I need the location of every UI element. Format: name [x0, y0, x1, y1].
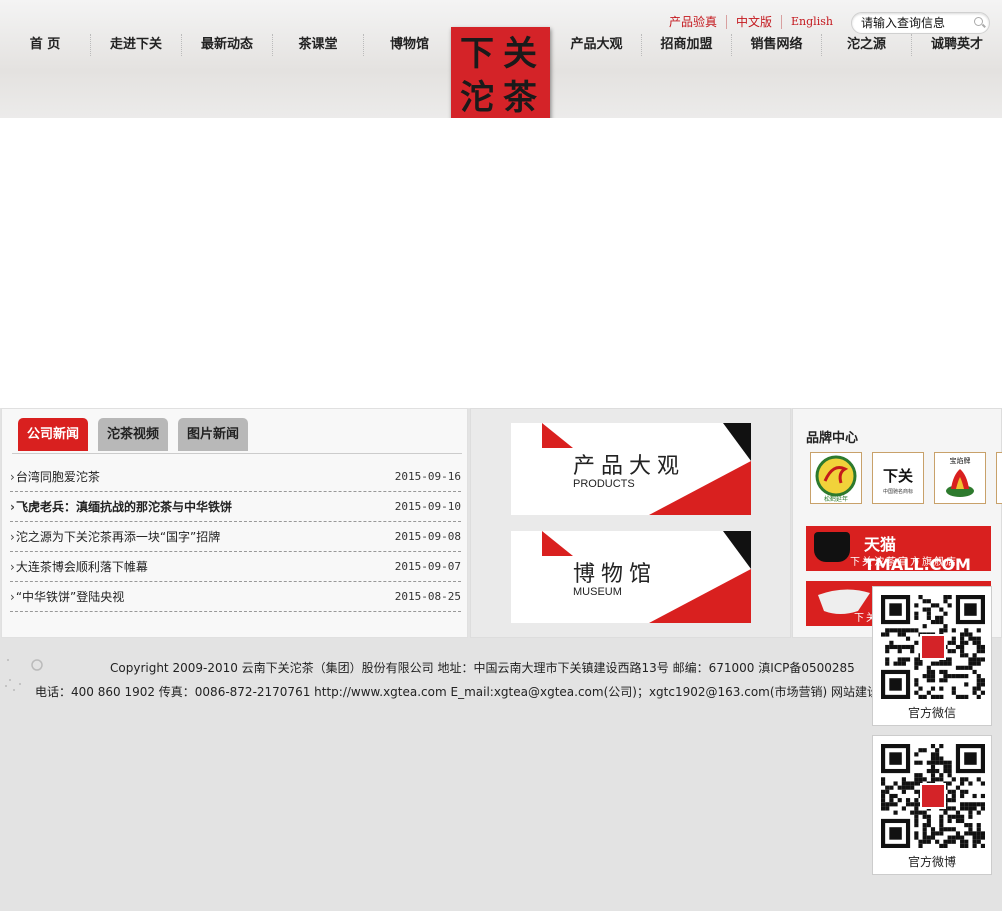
list-item[interactable]: ›飞虎老兵：滇缅抗战的那沱茶与中华铁饼 2015-09-10: [10, 492, 461, 522]
nav-about[interactable]: 走进下关: [91, 34, 182, 56]
news-title[interactable]: 沱之源为下关沱茶再添一块“国字”招牌: [16, 530, 220, 544]
chinese-version-link[interactable]: 中文版: [727, 15, 783, 29]
nav-tuo-origin[interactable]: 沱之源: [822, 34, 912, 56]
tab-tea-video[interactable]: 沱茶视频: [98, 418, 169, 451]
news-title[interactable]: 飞虎老兵：滇缅抗战的那沱茶与中华铁饼: [16, 500, 232, 514]
tab-company-news[interactable]: 公司新闻: [18, 418, 89, 451]
card-subtitle: MUSEUM: [573, 586, 622, 598]
products-card[interactable]: 产品大观 PRODUCTS: [511, 423, 751, 515]
tab-photo-news[interactable]: 图片新闻: [178, 418, 249, 451]
crane-icon: 松鹤延年: [815, 455, 857, 503]
logo-char: 沱: [460, 78, 494, 118]
wechat-qr[interactable]: 官方微信: [872, 586, 992, 726]
list-item[interactable]: ›沱之源为下关沱茶再添一块“国字”招牌 2015-09-08: [10, 522, 461, 552]
xiaguan-logo-icon: 下关 中国驰名商标: [883, 467, 913, 495]
brand-heading: 品牌中心: [806, 431, 859, 446]
list-item[interactable]: ›大连茶博会顺利落下帷幕 2015-09-07: [10, 552, 461, 582]
svg-text:松鹤延年: 松鹤延年: [824, 495, 848, 503]
tmall-cat-icon: [814, 532, 850, 562]
nav-tea-class[interactable]: 茶课堂: [273, 34, 364, 56]
arrow-icon: ›: [10, 560, 15, 574]
svg-text:宝焰牌: 宝焰牌: [950, 456, 971, 465]
arrow-icon: ›: [10, 530, 15, 544]
top-links: 产品验真 中文版 English: [660, 14, 842, 30]
qr-code-icon: [881, 595, 985, 699]
nav-sales-network[interactable]: 销售网络: [732, 34, 822, 56]
logo-char: 关: [503, 34, 537, 74]
arrow-icon: ›: [10, 590, 15, 604]
main-nav-right: 产品大观 招商加盟 销售网络 沱之源 诚聘英才: [552, 34, 1002, 56]
arrow-icon: ›: [10, 500, 15, 514]
news-list: ›台湾同胞爱沱茶 2015-09-16 ›飞虎老兵：滇缅抗战的那沱茶与中华铁饼 …: [10, 462, 461, 612]
promo-panel: 产品大观 PRODUCTS 博物馆 MUSEUM: [470, 408, 791, 638]
brand-logo-xiaguan[interactable]: 下关 中国驰名商标: [872, 452, 924, 504]
news-date: 2015-09-16: [394, 470, 461, 483]
verify-product-link[interactable]: 产品验真: [660, 15, 728, 29]
nav-products[interactable]: 产品大观: [552, 34, 642, 56]
svg-text:中国驰名商标: 中国驰名商标: [883, 488, 913, 495]
nav-careers[interactable]: 诚聘英才: [912, 34, 1002, 56]
tmall-store-link[interactable]: 天猫 TMALL.COM 下关沱茶官方旗舰店: [806, 526, 991, 571]
flame-icon: 宝焰牌: [946, 456, 974, 497]
card-title: 产品大观: [573, 454, 686, 479]
card-title: 博物馆: [573, 562, 658, 587]
site-logo[interactable]: 下 关 沱 茶: [451, 27, 550, 128]
qr-label: 官方微博: [907, 855, 956, 869]
copyright-text: Copyright 2009-2010 云南下关沱茶（集团）股份有限公司 地址：…: [110, 661, 855, 675]
news-title[interactable]: “中华铁饼”登陆央视: [16, 590, 124, 604]
museum-card[interactable]: 博物馆 MUSEUM: [511, 531, 751, 623]
news-title[interactable]: 台湾同胞爱沱茶: [16, 470, 100, 484]
list-item[interactable]: ›“中华铁饼”登陆央视 2015-08-25: [10, 582, 461, 612]
qr-label: 官方微信: [907, 706, 956, 720]
brand-logo-songhe[interactable]: 松鹤延年: [810, 452, 862, 504]
nav-news[interactable]: 最新动态: [182, 34, 273, 56]
tmall-subtitle: 下关沱茶官方旗舰店: [850, 557, 958, 568]
nav-franchise[interactable]: 招商加盟: [642, 34, 732, 56]
search-input[interactable]: [861, 16, 969, 30]
news-date: 2015-09-10: [394, 500, 461, 513]
logo-char: 茶: [503, 78, 537, 118]
news-date: 2015-08-25: [394, 590, 461, 603]
english-version-link[interactable]: English: [782, 15, 842, 29]
logo-char: 下: [460, 34, 494, 74]
news-tabs: 公司新闻 沱茶视频 图片新闻: [18, 418, 258, 451]
news-date: 2015-09-07: [394, 560, 461, 573]
site-footer: Copyright 2009-2010 云南下关沱茶（集团）股份有限公司 地址：…: [0, 640, 1002, 911]
weibo-qr[interactable]: 官方微博: [872, 735, 992, 875]
search-icon[interactable]: [973, 16, 987, 30]
list-item[interactable]: ›台湾同胞爱沱茶 2015-09-16: [10, 462, 461, 492]
qr-code-icon: [881, 744, 985, 848]
news-title[interactable]: 大连茶博会顺利落下帷幕: [16, 560, 148, 574]
nav-home[interactable]: 首 页: [0, 34, 91, 56]
main-nav-left: 首 页 走进下关 最新动态 茶课堂 博物馆: [0, 34, 455, 56]
banner-area: [0, 118, 1002, 408]
brand-logo-more[interactable]: [996, 452, 1002, 504]
arrow-icon: ›: [10, 470, 15, 484]
search-box: [851, 12, 990, 34]
site-header: 产品验真 中文版 English 首 页 走进下关 最新动态 茶课堂 博物馆 产…: [0, 0, 1002, 128]
news-panel: 公司新闻 沱茶视频 图片新闻 ›台湾同胞爱沱茶 2015-09-16 ›飞虎老兵…: [1, 408, 468, 638]
divider: [12, 453, 462, 454]
nav-museum[interactable]: 博物馆: [364, 34, 455, 56]
svg-text:下关: 下关: [883, 467, 913, 485]
news-date: 2015-09-08: [394, 530, 461, 543]
brand-logo-baoyan[interactable]: 宝焰牌: [934, 452, 986, 504]
contact-text: 电话：400 860 1902 传真：0086-872-2170761 http…: [35, 685, 880, 699]
card-subtitle: PRODUCTS: [573, 478, 635, 490]
